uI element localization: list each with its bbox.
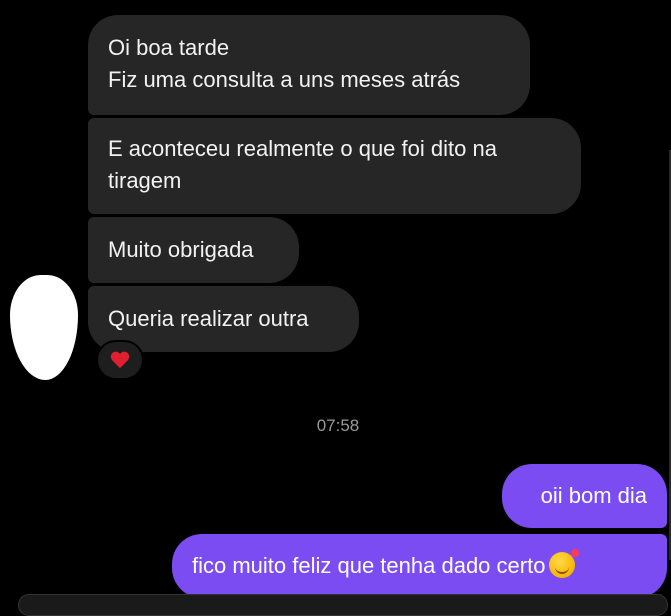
- message-reaction[interactable]: [96, 340, 144, 380]
- outgoing-message[interactable]: oii bom dia: [502, 464, 667, 528]
- red-heart-icon: [111, 352, 129, 368]
- incoming-message[interactable]: E aconteceu realmente o que foi dito na …: [88, 118, 581, 214]
- message-text: tiragem: [108, 168, 182, 193]
- incoming-message[interactable]: Muito obrigada: [88, 217, 299, 283]
- message-text: Queria realizar outra: [108, 306, 309, 331]
- incoming-message[interactable]: Oi boa tarde Fiz uma consulta a uns mese…: [88, 15, 530, 115]
- outgoing-message[interactable]: fico muito feliz que tenha dado certo: [172, 534, 667, 598]
- smiling-face-with-hearts-icon: [549, 549, 580, 578]
- message-text: fico muito feliz que tenha dado certo: [192, 553, 546, 578]
- message-text: Fiz uma consulta a uns meses atrás: [108, 67, 461, 92]
- message-text: E aconteceu realmente o que foi dito na: [108, 136, 497, 161]
- avatar[interactable]: [10, 275, 78, 380]
- message-text: oii bom dia: [540, 483, 647, 508]
- message-text: Muito obrigada: [108, 237, 254, 262]
- message-composer[interactable]: [18, 594, 668, 616]
- message-timestamp: 07:58: [316, 416, 360, 435]
- message-text: Oi boa tarde: [108, 35, 230, 60]
